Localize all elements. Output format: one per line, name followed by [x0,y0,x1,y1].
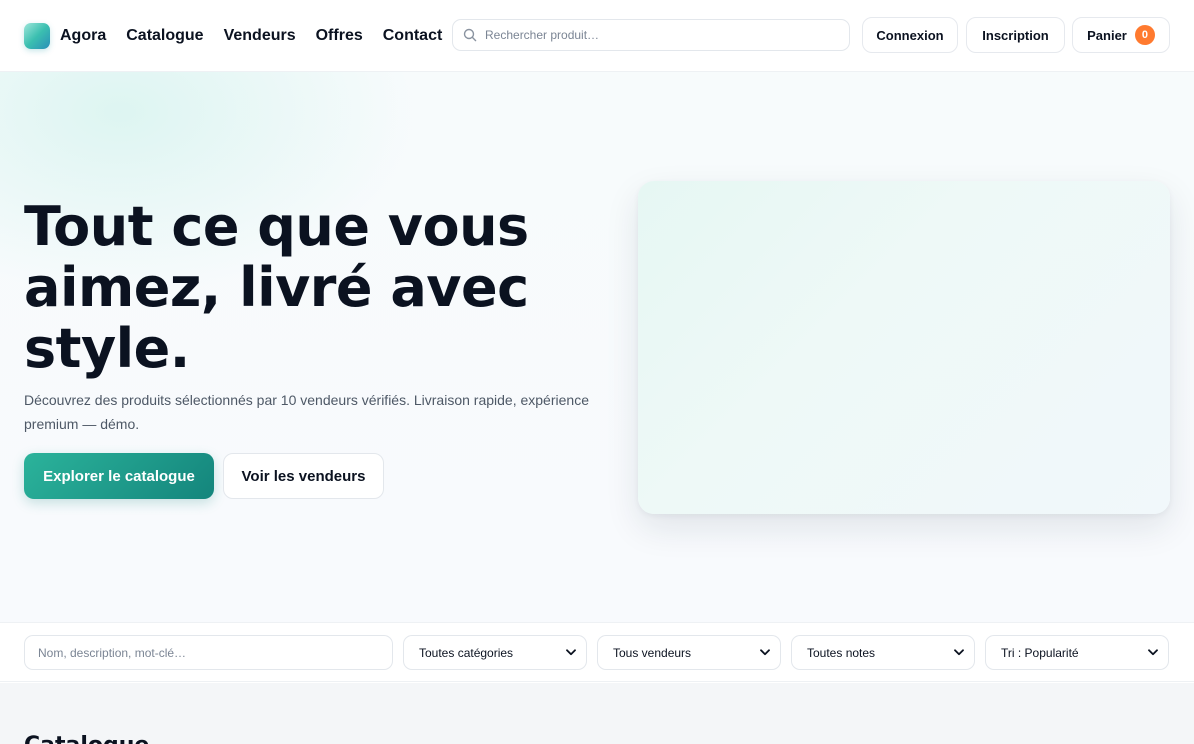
hero-subtitle: Découvrez des produits sélectionnés par … [24,392,589,432]
sort-select-value: Tri : Popularité [1001,645,1079,660]
cart-count-badge: 0 [1134,25,1155,45]
cart-button-label: Panier [1087,27,1127,43]
login-button[interactable]: Connexion [862,17,958,53]
vendor-select-value: Tous vendeurs [613,645,692,660]
header-search-input[interactable] [485,28,825,42]
filter-bar: Toutes catégories Tous vendeurs Toutes n… [0,622,1194,682]
nav-link-contact[interactable]: Contact [383,27,443,45]
rating-select[interactable]: Toutes notes [791,635,975,670]
header-search-box[interactable] [452,19,850,51]
nav-link-offres[interactable]: Offres [316,27,363,45]
signup-button[interactable]: Inscription [966,17,1065,53]
category-select[interactable]: Toutes catégories [403,635,587,670]
chevron-down-icon [566,649,576,656]
vendor-select[interactable]: Tous vendeurs [597,635,781,670]
catalogue-title: Catalogue [24,733,149,744]
view-vendors-button[interactable]: Voir les vendeurs [223,453,384,499]
search-icon [463,28,477,42]
chevron-down-icon [1148,649,1158,656]
signup-button-label: Inscription [982,27,1049,43]
chevron-down-icon [760,649,770,656]
nav-link-vendeurs[interactable]: Vendeurs [224,27,296,45]
category-select-value: Toutes catégories [419,645,514,660]
nav-link-catalogue[interactable]: Catalogue [126,27,203,45]
hero-image-card [638,181,1170,514]
hero-section: Tout ce que vous aimez, livré avec style… [0,72,1194,622]
login-button-label: Connexion [876,27,944,43]
chevron-down-icon [954,649,964,656]
brand-name: Agora [60,26,107,44]
sort-select[interactable]: Tri : Popularité [985,635,1169,670]
cart-button[interactable]: Panier 0 [1072,17,1170,53]
explore-catalogue-button[interactable]: Explorer le catalogue [24,453,214,499]
main-nav: Catalogue Vendeurs Offres Contact [126,27,442,45]
catalogue-section: Catalogue [0,683,1194,744]
catalogue-search-input[interactable] [24,635,393,670]
hero-title: Tout ce que vous aimez, livré avec style… [24,195,529,380]
logo-icon [24,22,50,49]
rating-select-value: Toutes notes [807,645,876,660]
brand[interactable]: Agora [24,22,107,49]
